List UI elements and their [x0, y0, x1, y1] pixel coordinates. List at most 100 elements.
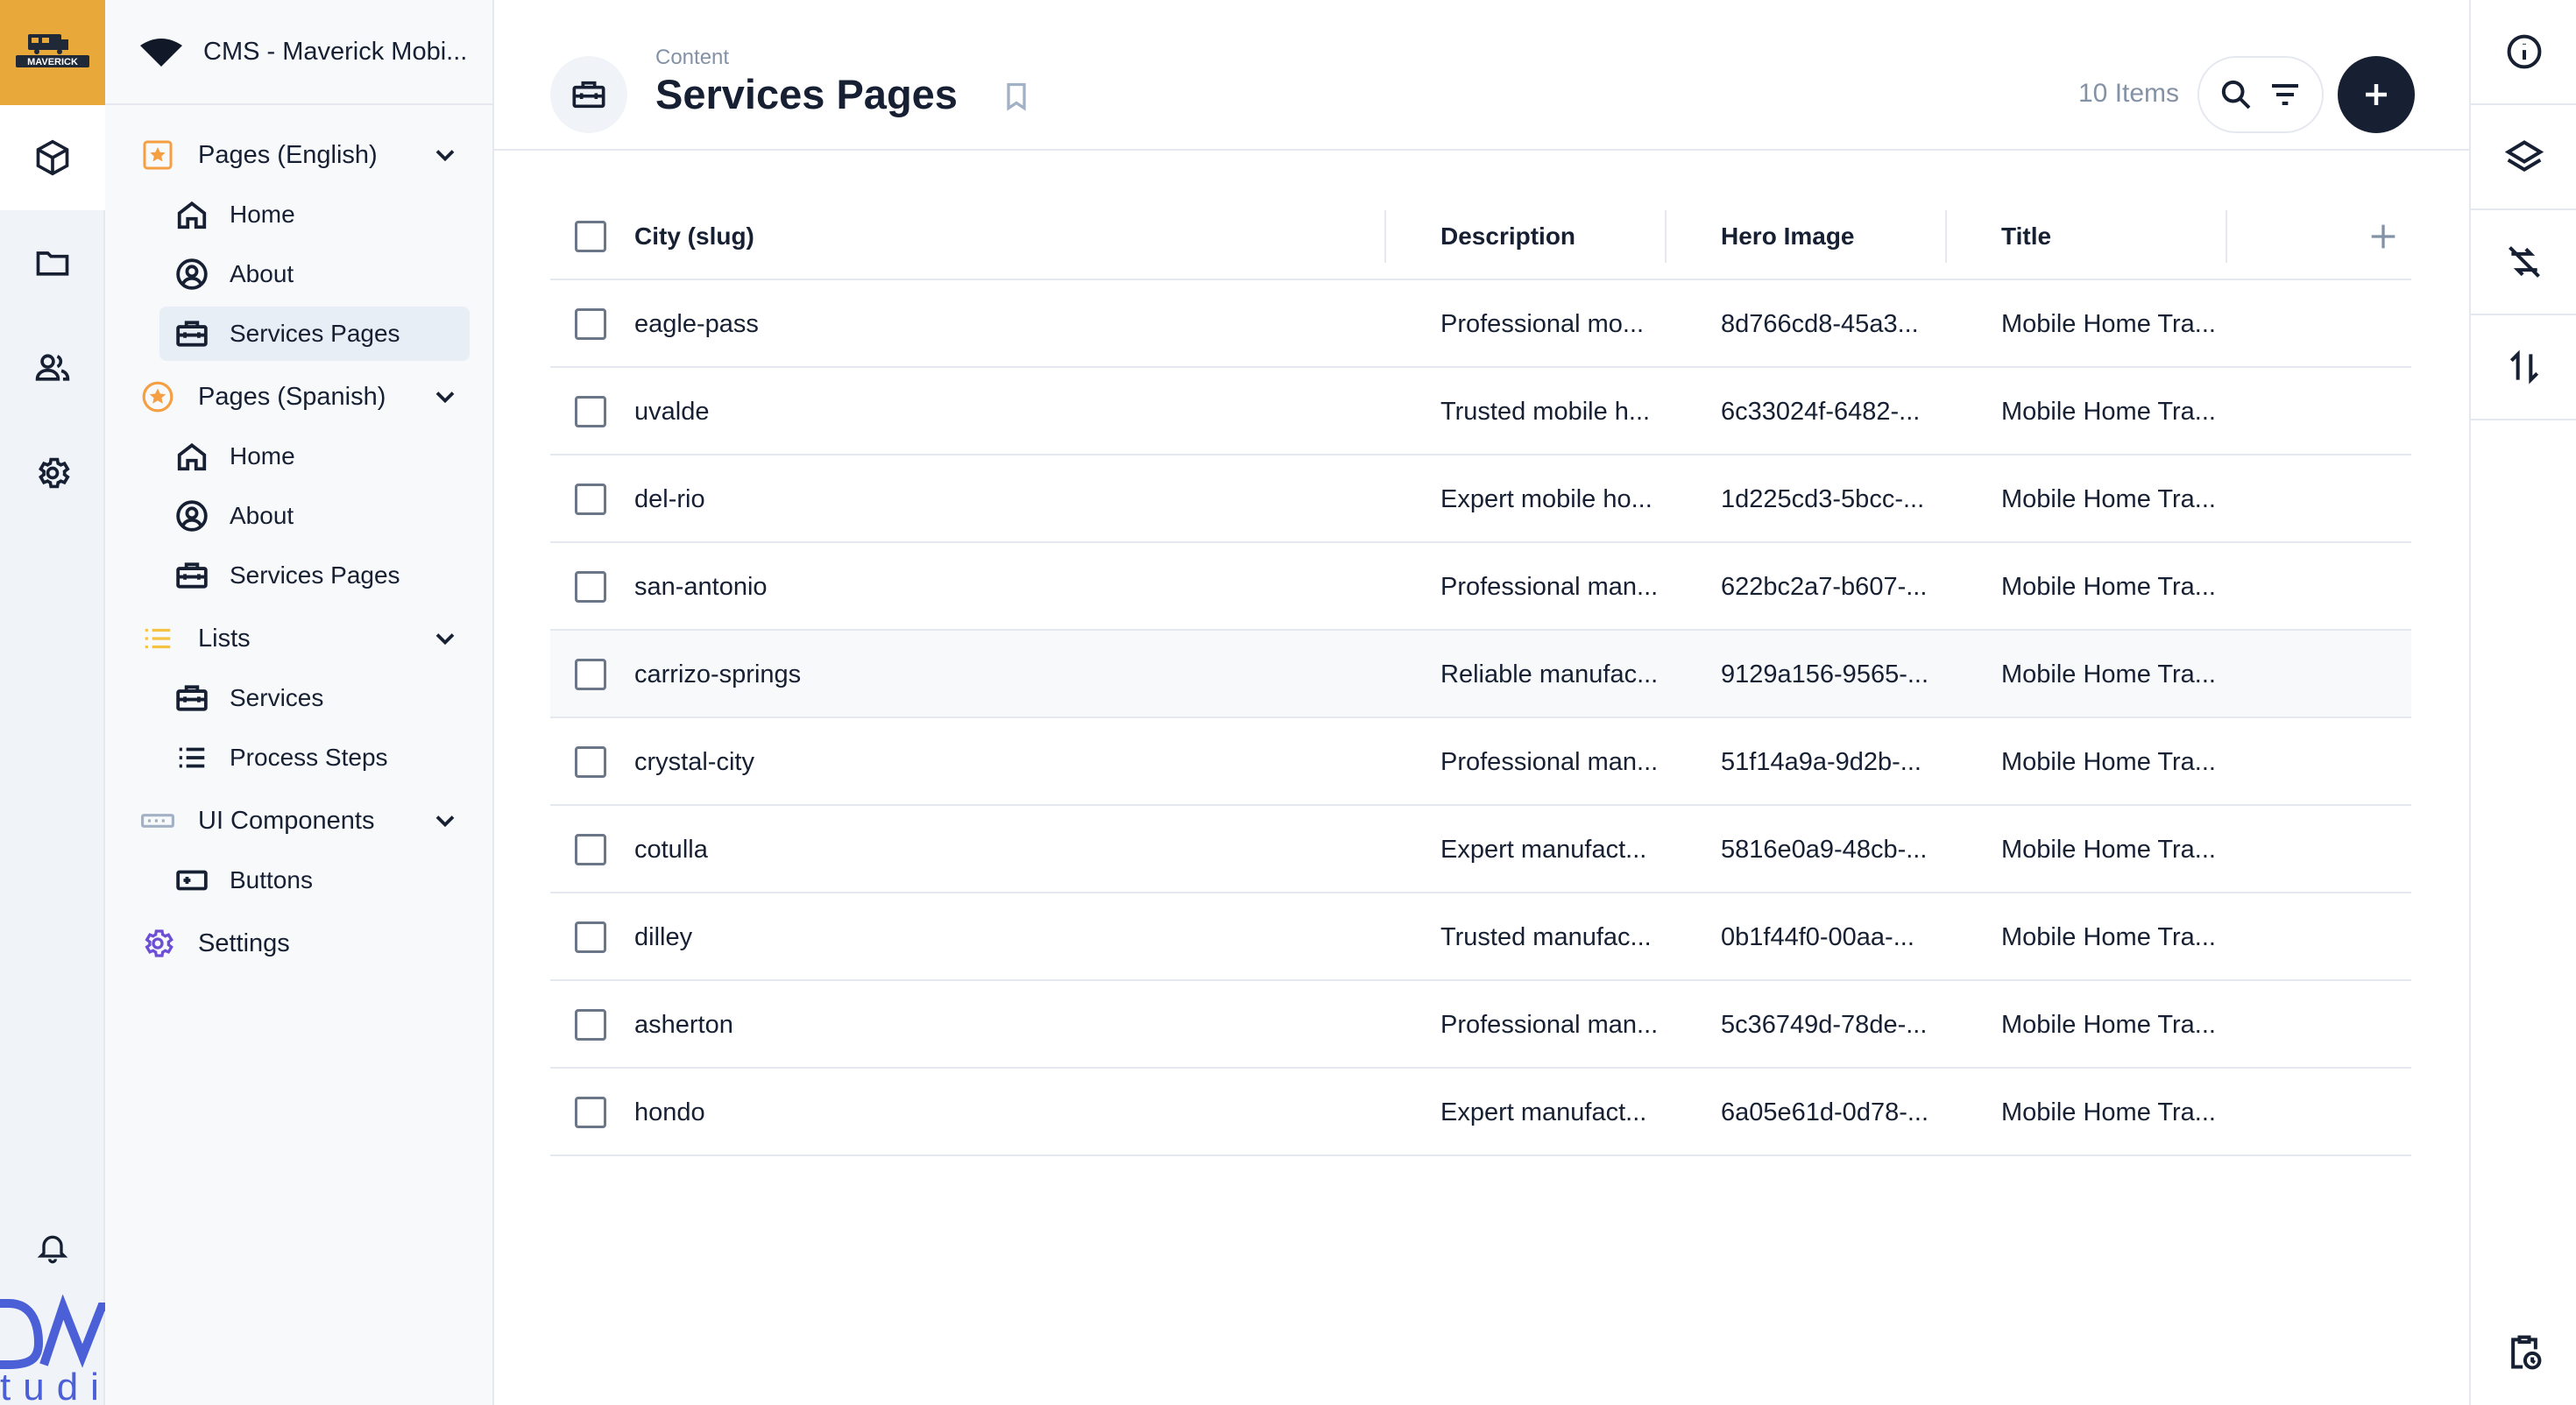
home-icon: [173, 196, 210, 233]
nav-item-label: Services Pages: [230, 320, 400, 347]
column-header-hero-image[interactable]: Hero Image: [1721, 193, 1855, 280]
column-resize-handle[interactable]: [1665, 210, 1667, 263]
nav-group-label: Lists: [198, 624, 251, 653]
table-row[interactable]: eagle-pass Professional mo... 8d766cd8-45a…: [550, 280, 2411, 368]
page-header: Content Services Pages 10 Items: [494, 0, 2469, 151]
nav-settings[interactable]: Settings: [140, 916, 473, 971]
module-bar: MAVERICK tudi: [0, 0, 105, 1405]
nav-item-services-pages-english[interactable]: Services Pages: [159, 307, 470, 361]
table-cell: 9129a156-9565-...: [1721, 660, 1929, 688]
nav-group-ui-components[interactable]: UI Components: [140, 794, 473, 848]
breadcrumb[interactable]: Content: [655, 46, 729, 70]
nav-group-label: Pages (Spanish): [198, 382, 386, 411]
cube-icon: [36, 139, 69, 176]
folder-icon: [36, 251, 69, 276]
nav-item-services-pages-spanish[interactable]: Services Pages: [159, 548, 470, 603]
table-row[interactable]: dilley Trusted manufac... 0b1f44f0-00aa-..…: [550, 893, 2411, 981]
list-icon: [140, 621, 175, 656]
table-row[interactable]: carrizo-springs Reliable manufac... 9129a1…: [550, 631, 2411, 718]
nav-item-about-english[interactable]: About: [159, 247, 470, 301]
add-field-icon[interactable]: [2366, 219, 2401, 254]
users-icon: [35, 354, 70, 381]
table-cell: Professional mo...: [1440, 309, 1645, 338]
project-logo[interactable]: MAVERICK: [0, 0, 105, 105]
column-header-description[interactable]: Description: [1440, 193, 1575, 280]
table-row[interactable]: san-antonio Professional man... 622bc2a7-b…: [550, 543, 2411, 631]
row-checkbox[interactable]: [575, 1097, 606, 1128]
nav-item-process-steps[interactable]: Process Steps: [159, 731, 470, 785]
table-cell: carrizo-springs: [634, 660, 802, 688]
sidebar-layout-button[interactable]: [2471, 105, 2576, 210]
table-cell: Professional man...: [1440, 1010, 1659, 1039]
nav-item-home-english[interactable]: Home: [159, 187, 470, 242]
nav-item-label: Services Pages: [230, 561, 400, 589]
row-checkbox[interactable]: [575, 659, 606, 690]
nav-group-pages-english[interactable]: Pages (English): [140, 128, 473, 182]
nav-item-label: Services: [230, 684, 324, 711]
bookmark-button[interactable]: [1001, 79, 1032, 118]
main-content: Content Services Pages 10 Items City (sl…: [494, 0, 2469, 1405]
project-header[interactable]: CMS - Maverick Mobi...: [105, 0, 492, 105]
sidebar-sync-button[interactable]: [2471, 210, 2576, 315]
filter-icon[interactable]: [2268, 77, 2303, 112]
nav-item-label: Process Steps: [230, 744, 388, 771]
table-row[interactable]: asherton Professional man... 5c36749d-78de…: [550, 981, 2411, 1069]
table-cell: 622bc2a7-b607-...: [1721, 572, 1928, 601]
notifications-button[interactable]: [0, 1195, 105, 1300]
nav-item-label: Buttons: [230, 866, 313, 893]
table-cell: Expert manufact...: [1440, 1098, 1647, 1126]
table-cell: asherton: [634, 1010, 733, 1039]
dm-studio-logo-icon: tudi: [0, 1295, 105, 1405]
table-row[interactable]: uvalde Trusted mobile h... 6c33024f-6482-.…: [550, 368, 2411, 455]
nav-item-label: About: [230, 502, 294, 529]
search-icon[interactable]: [2219, 77, 2254, 112]
column-resize-handle[interactable]: [2226, 210, 2227, 263]
nav-item-label: Home: [230, 201, 295, 228]
create-item-button[interactable]: [2338, 56, 2415, 133]
table-row[interactable]: cotulla Expert manufact... 5816e0a9-48cb-.…: [550, 806, 2411, 893]
toolbox-icon: [173, 557, 210, 594]
table-row[interactable]: hondo Expert manufact... 6a05e61d-0d78-...…: [550, 1069, 2411, 1156]
module-users-button[interactable]: [0, 315, 105, 420]
row-checkbox[interactable]: [575, 484, 606, 515]
row-checkbox[interactable]: [575, 308, 606, 340]
sidebar-import-export-button[interactable]: [2471, 315, 2576, 420]
module-content-button[interactable]: [0, 105, 105, 210]
table-cell: Mobile Home Tra...: [2001, 660, 2216, 688]
sidebar-revisions-button[interactable]: [2471, 1300, 2576, 1405]
column-resize-handle[interactable]: [1384, 210, 1386, 263]
nav-item-home-spanish[interactable]: Home: [159, 429, 470, 484]
row-checkbox[interactable]: [575, 746, 606, 778]
row-checkbox[interactable]: [575, 834, 606, 865]
table-cell: 1d225cd3-5bcc-...: [1721, 484, 1925, 513]
nav-group-lists[interactable]: Lists: [140, 611, 473, 666]
row-checkbox[interactable]: [575, 396, 606, 427]
nav-item-about-spanish[interactable]: About: [159, 489, 470, 543]
sort-arrows-icon: [2509, 349, 2539, 385]
nav-item-buttons[interactable]: Buttons: [159, 853, 470, 907]
plus-icon: [2366, 84, 2387, 105]
table-cell: 8d766cd8-45a3...: [1721, 309, 1919, 338]
table-row[interactable]: crystal-city Professional man... 51f14a9a-…: [550, 718, 2411, 806]
row-checkbox[interactable]: [575, 921, 606, 953]
table-cell: uvalde: [634, 397, 710, 426]
row-checkbox[interactable]: [575, 1009, 606, 1041]
select-all-checkbox[interactable]: [575, 221, 606, 252]
chevron-down-icon[interactable]: [429, 381, 461, 413]
toolbox-icon: [572, 81, 605, 109]
column-resize-handle[interactable]: [1945, 210, 1947, 263]
sidebar-info-button[interactable]: [2471, 0, 2576, 105]
module-settings-button[interactable]: [0, 420, 105, 526]
bell-icon: [37, 1235, 68, 1264]
row-checkbox[interactable]: [575, 571, 606, 603]
info-icon: [2507, 34, 2542, 69]
table-row[interactable]: del-rio Expert mobile ho... 1d225cd3-5bcc-…: [550, 455, 2411, 543]
column-header-title[interactable]: Title: [2001, 193, 2051, 280]
module-files-button[interactable]: [0, 210, 105, 315]
nav-group-pages-spanish[interactable]: Pages (Spanish): [140, 370, 473, 424]
column-header-city-slug[interactable]: City (slug): [634, 193, 754, 280]
nav-item-services[interactable]: Services: [159, 671, 470, 725]
chevron-down-icon[interactable]: [429, 805, 461, 837]
chevron-down-icon[interactable]: [429, 623, 461, 654]
chevron-down-icon[interactable]: [429, 139, 461, 171]
